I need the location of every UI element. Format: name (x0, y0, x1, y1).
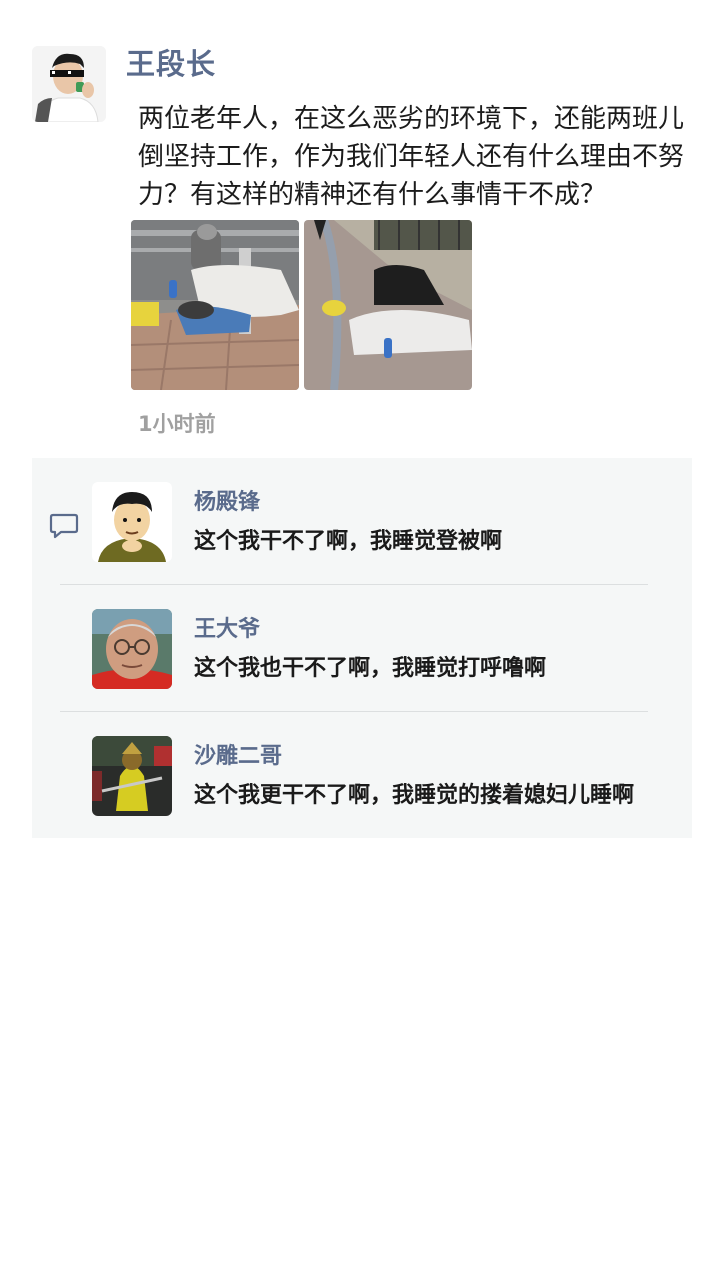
post-timestamp: 1小时前 (138, 412, 216, 436)
post-photo-1[interactable] (131, 220, 299, 390)
post-author-name[interactable]: 王段长 (126, 44, 216, 84)
comment-text: 这个我干不了啊，我睡觉登被啊 (194, 529, 503, 554)
comment-text: 这个我更干不了啊，我睡觉的搂着媳妇儿睡啊 (194, 783, 635, 808)
author-avatar[interactable] (32, 46, 106, 122)
commenter-avatar[interactable] (92, 482, 172, 562)
comment-divider (60, 711, 648, 712)
post-photo-2[interactable] (304, 220, 472, 390)
comment-text: 这个我也干不了啊，我睡觉打呼噜啊 (194, 656, 547, 681)
commenter-name[interactable]: 杨殿锋 (194, 484, 260, 516)
commenter-name[interactable]: 沙雕二哥 (194, 738, 282, 770)
comment-icon[interactable] (49, 510, 79, 540)
commenter-avatar[interactable] (92, 736, 172, 816)
commenter-avatar[interactable] (92, 609, 172, 689)
commenter-name[interactable]: 王大爷 (194, 611, 260, 643)
post-body-text: 两位老年人，在这么恶劣的环境下，还能两班儿倒坚持工作，作为我们年轻人还有什么理由… (138, 104, 685, 210)
comment-divider (60, 584, 648, 585)
